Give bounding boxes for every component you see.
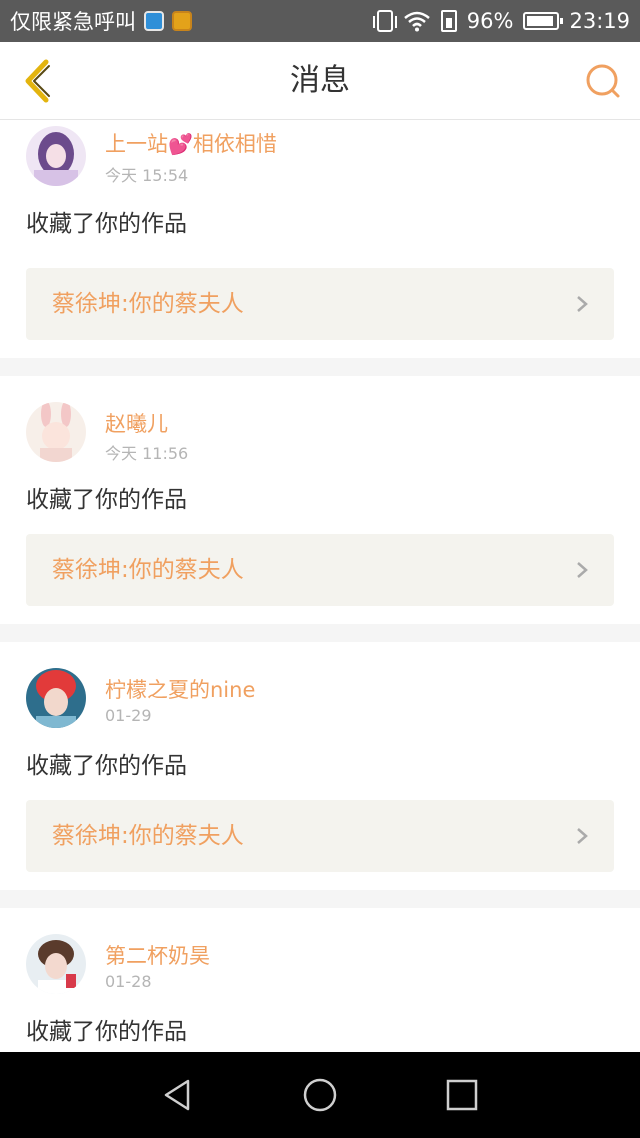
work-title: 蔡徐坤:你的蔡夫人 xyxy=(52,823,244,849)
square-recents-icon[interactable] xyxy=(444,1077,480,1113)
chevron-right-icon xyxy=(577,296,588,312)
page-title: 消息 xyxy=(290,63,350,98)
clock: 23:19 xyxy=(569,9,630,33)
work-link[interactable]: 蔡徐坤:你的蔡夫人 xyxy=(26,268,614,340)
message-card: 第二杯奶昊 01-28 收藏了你的作品 xyxy=(0,908,640,1052)
circle-home-icon[interactable] xyxy=(302,1077,338,1113)
timestamp: 01-29 xyxy=(105,706,152,725)
triangle-back-icon[interactable] xyxy=(160,1077,196,1113)
status-bar: 仅限紧急呼叫 96% 23:19 xyxy=(0,0,640,42)
browser-app-icon xyxy=(144,11,164,31)
avatar[interactable] xyxy=(26,668,86,728)
chevron-right-icon xyxy=(577,562,588,578)
battery-icon xyxy=(523,12,564,30)
avatar[interactable] xyxy=(26,934,86,994)
wifi-icon xyxy=(403,11,430,32)
timestamp: 01-28 xyxy=(105,972,152,991)
action-text: 收藏了你的作品 xyxy=(26,1019,187,1045)
message-list[interactable]: 上一站💕相依相惜 今天 15:54 收藏了你的作品 蔡徐坤:你的蔡夫人 赵曦儿 … xyxy=(0,120,640,1052)
chevron-right-icon xyxy=(577,828,588,844)
work-title: 蔡徐坤:你的蔡夫人 xyxy=(52,557,244,583)
username[interactable]: 上一站💕相依相惜 xyxy=(105,128,277,158)
action-text: 收藏了你的作品 xyxy=(26,487,187,513)
message-header: 柠檬之夏的nine 01-29 xyxy=(26,668,614,738)
system-nav-bar xyxy=(0,1052,640,1138)
sim-icon xyxy=(440,10,457,32)
hearts-emoji-icon: 💕 xyxy=(168,132,193,156)
username[interactable]: 赵曦儿 xyxy=(105,408,168,438)
message-header: 上一站💕相依相惜 今天 15:54 xyxy=(26,120,614,190)
action-text: 收藏了你的作品 xyxy=(26,753,187,779)
message-card: 上一站💕相依相惜 今天 15:54 收藏了你的作品 蔡徐坤:你的蔡夫人 xyxy=(0,120,640,358)
work-title: 蔡徐坤:你的蔡夫人 xyxy=(52,291,244,317)
search-button[interactable] xyxy=(582,60,626,104)
message-header: 第二杯奶昊 01-28 xyxy=(26,934,614,1004)
avatar[interactable] xyxy=(26,402,86,462)
username[interactable]: 柠檬之夏的nine xyxy=(105,674,255,704)
status-right: 96% 23:19 xyxy=(372,0,630,42)
message-card: 赵曦儿 今天 11:56 收藏了你的作品 蔡徐坤:你的蔡夫人 xyxy=(0,376,640,624)
status-left: 仅限紧急呼叫 xyxy=(10,0,192,42)
timestamp: 今天 11:56 xyxy=(105,444,189,463)
work-link[interactable]: 蔡徐坤:你的蔡夫人 xyxy=(26,800,614,872)
timestamp: 今天 15:54 xyxy=(105,166,189,185)
message-card: 柠檬之夏的nine 01-29 收藏了你的作品 蔡徐坤:你的蔡夫人 xyxy=(0,642,640,890)
app-header: 消息 xyxy=(0,42,640,120)
username[interactable]: 第二杯奶昊 xyxy=(105,940,210,970)
search-icon xyxy=(586,64,620,98)
game-app-icon xyxy=(172,11,192,31)
action-text: 收藏了你的作品 xyxy=(26,211,187,237)
vibrate-icon xyxy=(372,10,397,32)
avatar[interactable] xyxy=(26,126,86,186)
carrier-text: 仅限紧急呼叫 xyxy=(10,10,136,34)
work-link[interactable]: 蔡徐坤:你的蔡夫人 xyxy=(26,534,614,606)
message-header: 赵曦儿 今天 11:56 xyxy=(26,402,614,472)
battery-percent: 96% xyxy=(466,9,514,33)
